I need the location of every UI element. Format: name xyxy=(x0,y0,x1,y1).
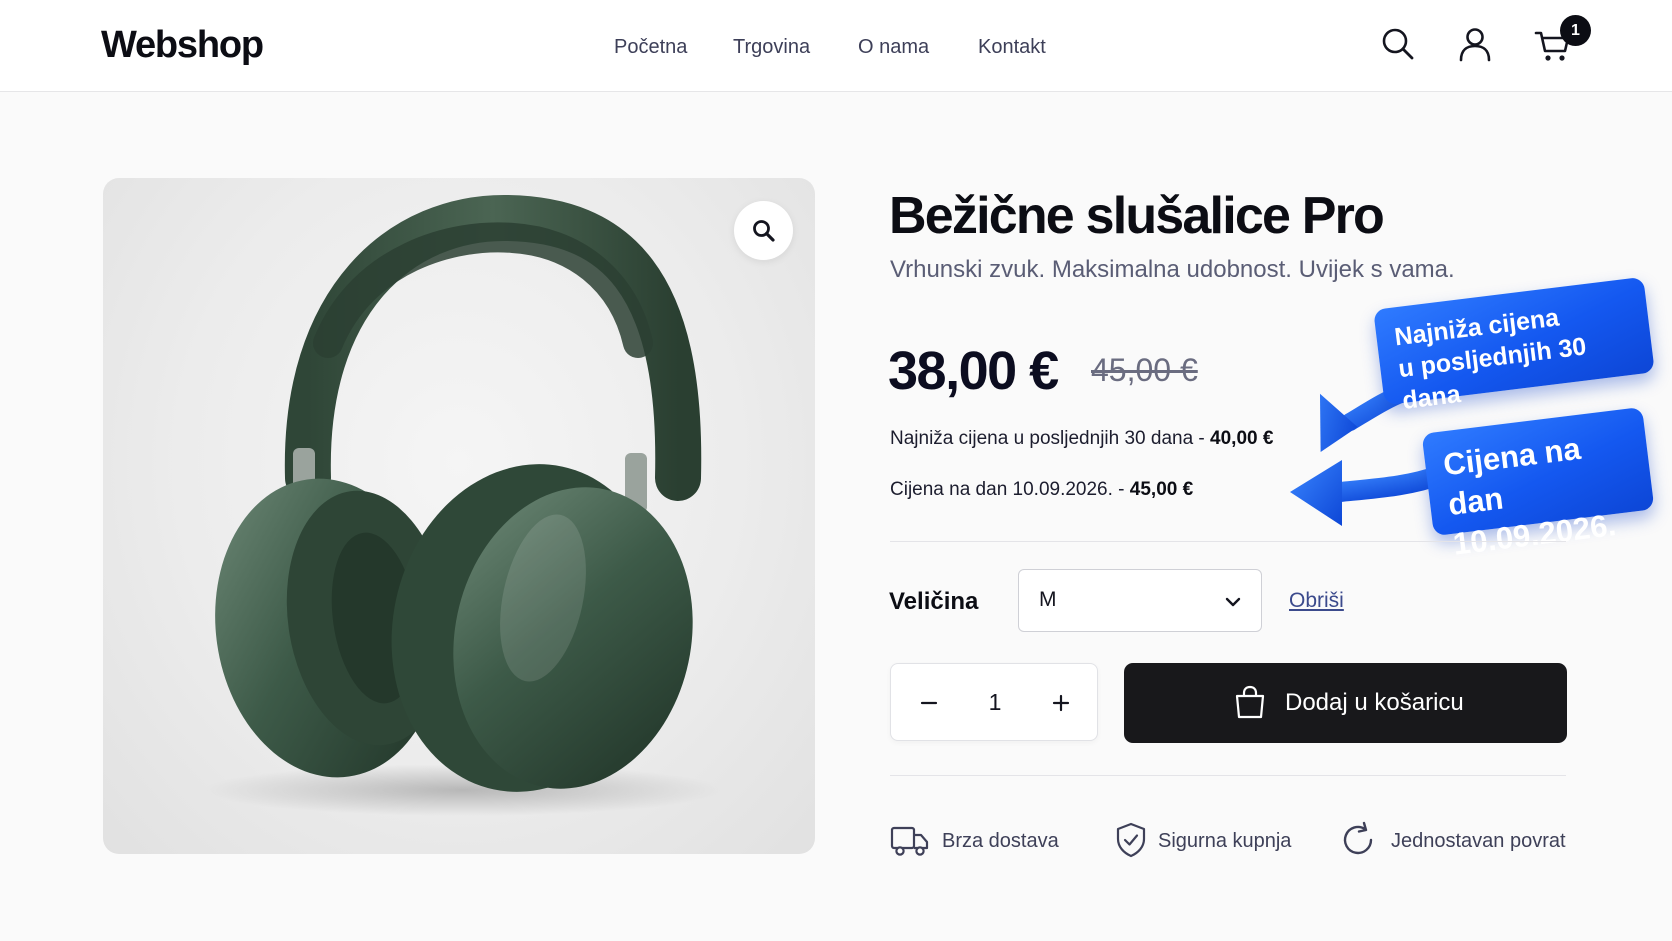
plus-icon xyxy=(1052,694,1070,712)
date-price-info: Cijena na dan 10.09.2026. - 45,00 € xyxy=(890,479,1193,501)
current-price: 38,00 € xyxy=(888,341,1059,401)
product-image[interactable] xyxy=(103,178,815,854)
chevron-down-icon xyxy=(1225,597,1241,607)
decrease-quantity-button[interactable] xyxy=(899,664,959,742)
feature-label: Sigurna kupnja xyxy=(1158,830,1292,852)
shield-check-icon xyxy=(1116,822,1146,858)
size-label: Veličina xyxy=(889,588,979,615)
quantity-value[interactable]: 1 xyxy=(975,689,1015,716)
minus-icon xyxy=(920,701,938,705)
nav-item-trgovina[interactable]: Trgovina xyxy=(733,36,810,59)
size-select-value: M xyxy=(1039,588,1057,611)
clear-selection-link[interactable]: Obriši xyxy=(1289,589,1344,613)
logo[interactable]: Webshop xyxy=(101,24,264,67)
lowest-price-callout: Najniža cijena u posljednjih 30 dana xyxy=(1373,276,1655,415)
headphones-image xyxy=(203,194,723,816)
feature-fast-delivery: Brza dostava xyxy=(890,820,1060,864)
add-to-cart-button[interactable]: Dodaj u košaricu xyxy=(1124,663,1567,743)
size-select[interactable]: M xyxy=(1018,569,1262,632)
date-price-value: 45,00 € xyxy=(1129,479,1194,500)
search-icon[interactable] xyxy=(1378,24,1418,64)
add-to-cart-label: Dodaj u košaricu xyxy=(1285,689,1464,716)
old-price: 45,00 € xyxy=(1091,352,1198,388)
feature-easy-return: Jednostavan povrat xyxy=(1338,820,1568,864)
product-subtitle: Vrhunski zvuk. Maksimalna udobnost. Uvij… xyxy=(890,256,1455,283)
cart-count-badge: 1 xyxy=(1560,15,1591,46)
divider xyxy=(890,775,1566,776)
zoom-button[interactable] xyxy=(734,201,793,260)
product-title: Bežične slušalice Pro xyxy=(889,187,1385,245)
feature-secure-purchase: Sigurna kupnja xyxy=(1111,820,1291,864)
nav-item-pocetna[interactable]: Početna xyxy=(614,36,687,59)
lowest-price-value: 40,00 € xyxy=(1210,428,1274,449)
magnifier-icon xyxy=(753,220,775,242)
shopping-bag-icon xyxy=(1235,685,1265,719)
divider xyxy=(890,541,1566,542)
date-price-text: Cijena na dan 10.09.2026. - xyxy=(890,479,1130,500)
lowest-price-text: Najniža cijena u posljednjih 30 dana - xyxy=(890,428,1211,449)
increase-quantity-button[interactable] xyxy=(1031,664,1091,742)
feature-label: Jednostavan povrat xyxy=(1391,830,1566,852)
quantity-stepper: 1 xyxy=(890,663,1098,741)
site-header: Webshop Početna Trgovina O nama Kontakt … xyxy=(0,0,1672,92)
nav-item-o-nama[interactable]: O nama xyxy=(858,36,929,59)
truck-icon xyxy=(890,826,929,856)
feature-label: Brza dostava xyxy=(942,830,1059,852)
lowest-price-info: Najniža cijena u posljednjih 30 dana - 4… xyxy=(890,428,1273,450)
nav-item-kontakt[interactable]: Kontakt xyxy=(978,36,1046,59)
refresh-icon xyxy=(1343,821,1373,855)
user-icon[interactable] xyxy=(1455,24,1495,64)
